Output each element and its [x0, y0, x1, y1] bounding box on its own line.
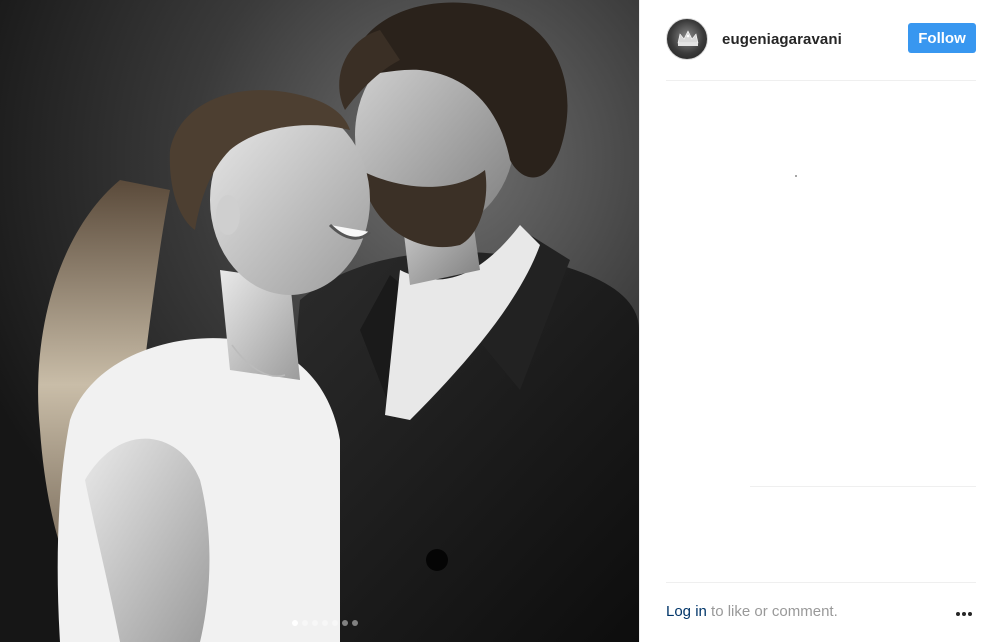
carousel-dot[interactable] [312, 620, 318, 626]
carousel-dot[interactable] [292, 620, 298, 626]
crown-avatar-icon[interactable] [666, 18, 708, 60]
carousel-dot[interactable] [342, 620, 348, 626]
post-photo[interactable] [0, 0, 639, 642]
carousel-dot[interactable] [332, 620, 338, 626]
comments-divider [750, 486, 976, 487]
login-prompt: Log in to like or comment. [666, 603, 838, 620]
couple-photo-illustration [0, 0, 639, 642]
username[interactable]: eugeniagaravani [722, 31, 842, 48]
comments-area [666, 81, 976, 583]
footer-divider [666, 582, 976, 583]
carousel-dot[interactable] [352, 620, 358, 626]
login-link[interactable]: Log in [666, 603, 707, 620]
post-sidebar: eugeniagaravani Follow Log in to like or… [639, 0, 1000, 642]
speck-mark [795, 175, 797, 177]
carousel-dot[interactable] [322, 620, 328, 626]
carousel-indicator [292, 618, 358, 628]
follow-button[interactable]: Follow [908, 23, 976, 53]
login-suffix: to like or comment. [706, 603, 838, 620]
instagram-post: eugeniagaravani Follow Log in to like or… [0, 0, 1000, 642]
carousel-dot[interactable] [302, 620, 308, 626]
more-options-icon[interactable] [952, 604, 976, 624]
post-header: eugeniagaravani Follow [666, 16, 976, 62]
